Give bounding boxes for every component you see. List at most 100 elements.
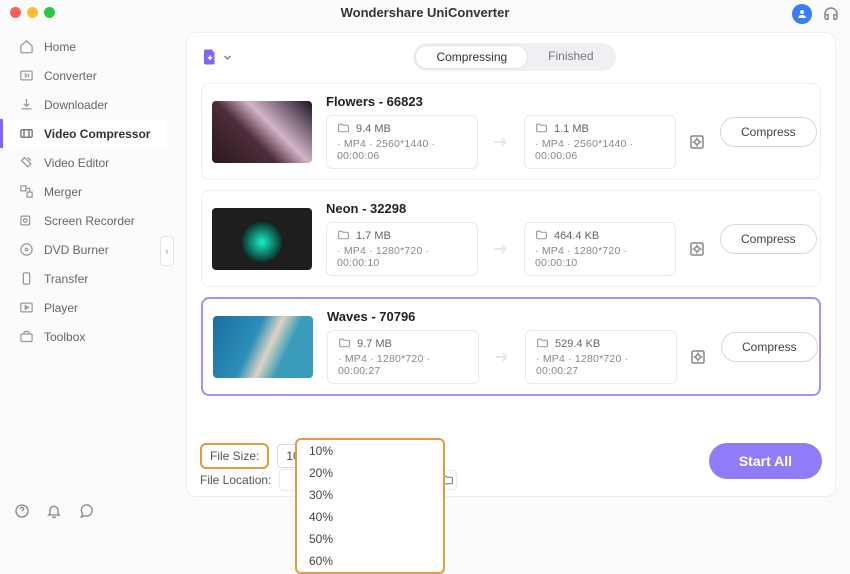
- sidebar-item-screen-recorder[interactable]: Screen Recorder: [0, 206, 167, 235]
- close-window-icon[interactable]: [10, 7, 21, 18]
- recorder-icon: [18, 213, 34, 229]
- sidebar-item-label: Toolbox: [44, 330, 85, 344]
- player-icon: [18, 300, 34, 316]
- video-thumbnail[interactable]: [213, 316, 313, 378]
- settings-gear-icon: [689, 348, 707, 366]
- sidebar-item-downloader[interactable]: Downloader: [0, 90, 167, 119]
- compress-button[interactable]: Compress: [720, 117, 817, 147]
- video-thumbnail[interactable]: [212, 208, 312, 270]
- file-settings-button[interactable]: [688, 240, 706, 258]
- sidebar-item-toolbox[interactable]: Toolbox: [0, 322, 167, 351]
- start-all-button[interactable]: Start All: [709, 443, 822, 479]
- user-avatar-icon[interactable]: [792, 4, 812, 24]
- input-size: 9.7 MB: [357, 338, 392, 350]
- home-icon: [18, 39, 34, 55]
- sidebar: Home Converter Downloader Video Compress…: [0, 26, 168, 529]
- folder-icon: [337, 122, 350, 135]
- sidebar-item-label: Transfer: [44, 272, 88, 286]
- dvd-icon: [18, 242, 34, 258]
- minimize-window-icon[interactable]: [27, 7, 38, 18]
- tab-finished[interactable]: Finished: [528, 45, 613, 69]
- sidebar-item-merger[interactable]: Merger: [0, 177, 167, 206]
- file-size-option[interactable]: 20%: [297, 462, 443, 484]
- file-settings-button[interactable]: [689, 348, 707, 366]
- sidebar-item-label: Converter: [44, 69, 97, 83]
- bell-icon[interactable]: [46, 503, 62, 519]
- sidebar-item-home[interactable]: Home: [0, 32, 167, 61]
- merger-icon: [18, 184, 34, 200]
- output-size: 464.4 KB: [554, 230, 599, 242]
- arrow-right-icon: [490, 131, 512, 153]
- file-size-option[interactable]: 30%: [297, 484, 443, 506]
- chevron-down-icon: [223, 53, 232, 62]
- toolbox-icon: [18, 329, 34, 345]
- tab-compressing[interactable]: Compressing: [415, 45, 528, 69]
- sidebar-item-video-editor[interactable]: Video Editor: [0, 148, 167, 177]
- sidebar-item-label: Merger: [44, 185, 82, 199]
- editor-icon: [18, 155, 34, 171]
- input-details: · MP4 · 2560*1440 · 00:00:06: [337, 138, 467, 162]
- output-size: 1.1 MB: [554, 123, 589, 135]
- file-title: Neon - 32298: [326, 201, 706, 216]
- file-size-option[interactable]: 40%: [297, 506, 443, 528]
- output-size: 529.4 KB: [555, 338, 600, 350]
- output-file-info: 1.1 MB · MP4 · 2560*1440 · 00:00:06: [524, 115, 676, 169]
- sidebar-item-label: Player: [44, 301, 78, 315]
- file-title: Waves - 70796: [327, 309, 707, 324]
- sidebar-item-player[interactable]: Player: [0, 293, 167, 322]
- video-thumbnail[interactable]: [212, 101, 312, 163]
- support-headset-icon[interactable]: [822, 5, 840, 23]
- sidebar-item-label: Downloader: [44, 98, 108, 112]
- file-size-option[interactable]: 10%: [297, 440, 443, 462]
- file-settings-button[interactable]: [688, 133, 706, 151]
- maximize-window-icon[interactable]: [44, 7, 55, 18]
- file-location-label: File Location:: [200, 473, 271, 487]
- sidebar-item-dvd-burner[interactable]: DVD Burner: [0, 235, 167, 264]
- tab-segment: Compressing Finished: [413, 43, 615, 71]
- download-icon: [18, 97, 34, 113]
- settings-gear-icon: [688, 240, 706, 258]
- arrow-right-icon: [491, 346, 513, 368]
- file-row[interactable]: Waves - 70796 9.7 MB · MP4 · 1280*720 · 00…: [201, 297, 821, 396]
- input-file-info: 1.7 MB · MP4 · 1280*720 · 00:00:10: [326, 222, 478, 276]
- file-size-option[interactable]: 50%: [297, 528, 443, 550]
- input-file-info: 9.7 MB · MP4 · 1280*720 · 00:00:27: [327, 330, 479, 384]
- compress-button[interactable]: Compress: [721, 332, 818, 362]
- sidebar-item-label: Video Editor: [44, 156, 109, 170]
- help-icon[interactable]: [14, 503, 30, 519]
- file-row[interactable]: Flowers - 66823 9.4 MB · MP4 · 2560*1440 ·…: [201, 83, 821, 180]
- file-row[interactable]: Neon - 32298 1.7 MB · MP4 · 1280*720 · 00:…: [201, 190, 821, 287]
- input-size: 1.7 MB: [356, 230, 391, 242]
- sidebar-item-label: Video Compressor: [44, 127, 150, 141]
- input-details: · MP4 · 1280*720 · 00:00:10: [337, 245, 467, 269]
- file-size-label: File Size:: [200, 443, 269, 469]
- input-size: 9.4 MB: [356, 123, 391, 135]
- sidebar-item-converter[interactable]: Converter: [0, 61, 167, 90]
- output-details: · MP4 · 2560*1440 · 00:00:06: [535, 138, 665, 162]
- file-title: Flowers - 66823: [326, 94, 706, 109]
- feedback-icon[interactable]: [78, 503, 94, 519]
- sidebar-item-label: Home: [44, 40, 76, 54]
- output-file-info: 464.4 KB · MP4 · 1280*720 · 00:00:10: [524, 222, 676, 276]
- sidebar-item-transfer[interactable]: Transfer: [0, 264, 167, 293]
- app-title: Wondershare UniConverter: [0, 0, 850, 26]
- folder-icon: [338, 337, 351, 350]
- converter-icon: [18, 68, 34, 84]
- sidebar-item-video-compressor[interactable]: Video Compressor: [0, 119, 167, 148]
- output-details: · MP4 · 1280*720 · 00:00:10: [535, 245, 665, 269]
- file-size-option[interactable]: 60%: [297, 550, 443, 572]
- input-details: · MP4 · 1280*720 · 00:00:27: [338, 353, 468, 377]
- folder-icon: [337, 229, 350, 242]
- sidebar-item-label: DVD Burner: [44, 243, 109, 257]
- folder-icon: [535, 229, 548, 242]
- transfer-icon: [18, 271, 34, 287]
- window-controls: [10, 7, 55, 18]
- output-details: · MP4 · 1280*720 · 00:00:27: [536, 353, 666, 377]
- settings-gear-icon: [688, 133, 706, 151]
- compress-button[interactable]: Compress: [720, 224, 817, 254]
- sidebar-item-label: Screen Recorder: [44, 214, 135, 228]
- add-file-button[interactable]: [201, 48, 232, 66]
- file-size-dropdown: 10% 20% 30% 40% 50% 60%: [295, 438, 445, 574]
- add-file-icon: [201, 48, 219, 66]
- input-file-info: 9.4 MB · MP4 · 2560*1440 · 00:00:06: [326, 115, 478, 169]
